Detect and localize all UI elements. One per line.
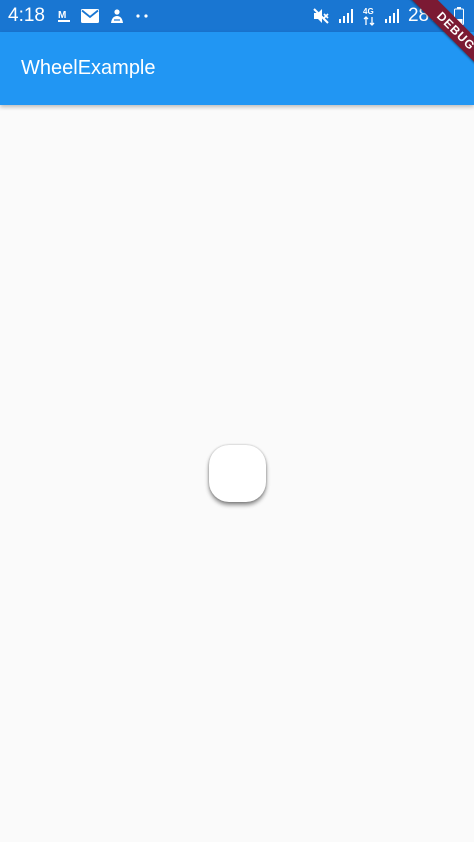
status-indicators: 4G 28% bbox=[312, 4, 464, 28]
more-dots-icon bbox=[136, 14, 148, 18]
screen: 4:18 M 4G 28% WheelExample DEBUG bbox=[0, 0, 474, 842]
page-title: WheelExample bbox=[21, 57, 156, 79]
svg-text:M: M bbox=[58, 10, 66, 21]
status-time: 4:18 bbox=[8, 5, 45, 26]
data-arrows-icon: 4G bbox=[363, 7, 375, 26]
battery-percent: 28% bbox=[407, 5, 446, 26]
notification-icons: M bbox=[57, 7, 149, 25]
app-icon bbox=[111, 9, 123, 23]
mail-icon bbox=[81, 9, 99, 23]
signal-icon bbox=[338, 9, 353, 23]
app-bar: WheelExample bbox=[0, 32, 474, 105]
mute-icon bbox=[313, 8, 329, 24]
wheel-knob[interactable] bbox=[209, 445, 266, 502]
status-bar: 4:18 M 4G 28% bbox=[0, 0, 474, 32]
main-content bbox=[0, 105, 474, 842]
signal-icon bbox=[384, 9, 399, 23]
network-type: 4G bbox=[363, 7, 374, 16]
m-logo-icon: M bbox=[58, 10, 70, 22]
battery-icon bbox=[454, 7, 464, 25]
